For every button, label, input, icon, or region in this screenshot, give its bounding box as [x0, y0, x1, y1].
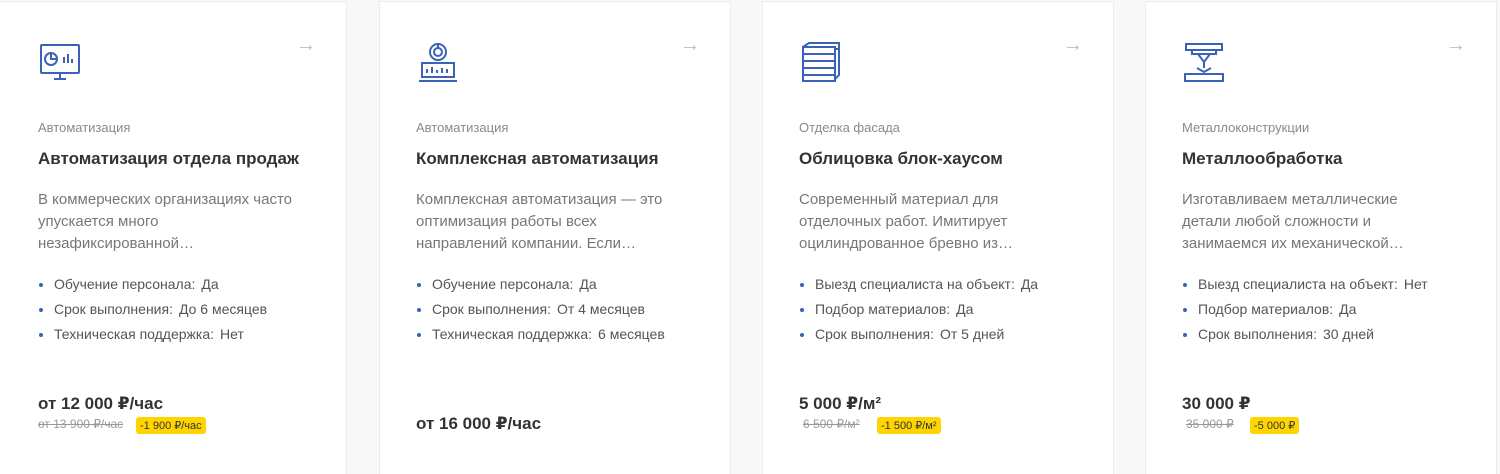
old-price: 6 500 ₽/м²: [803, 417, 860, 431]
props-item: Срок выполнения: До 6 месяцев: [38, 300, 323, 320]
props-item: Подбор материалов: Да: [1182, 300, 1432, 320]
card-title[interactable]: Автоматизация отдела продаж: [38, 149, 299, 169]
discount-badge: -5 000 ₽: [1250, 417, 1300, 434]
props-item: Выезд специалиста на объект: Нет: [1182, 275, 1432, 295]
card-description: Современный материал для отделочных рабо…: [799, 191, 1014, 252]
props-item: Выезд специалиста на объект: Да: [799, 275, 1084, 295]
old-price: 35 000 ₽: [1186, 417, 1234, 431]
price: 5 000 ₽/м²: [799, 394, 882, 413]
card-title[interactable]: Облицовка блок-хаусом: [799, 149, 1003, 169]
service-card-blockhouse-cladding[interactable]: → Отделка фасада Облицовка блок-хаусом С…: [762, 1, 1114, 474]
dashboard-chart-icon: [419, 43, 457, 82]
props-item: Обучение персонала: Да: [38, 275, 323, 295]
services-row: → Автоматизация Автоматизация отдела про…: [0, 0, 1500, 474]
props-item: Срок выполнения: От 4 месяцев: [416, 300, 701, 320]
props-item: Подбор материалов: Да: [799, 300, 1084, 320]
service-card-complex-automation[interactable]: → Автоматизация Комплексная автоматизаци…: [379, 1, 731, 474]
props-item: Техническая поддержка: Нет: [38, 325, 323, 345]
card-section[interactable]: Металлоконструкции: [1182, 120, 1309, 135]
price: от 16 000 ₽/час: [416, 414, 542, 433]
card-section[interactable]: Отделка фасада: [799, 120, 900, 135]
card-description: Комплексная автоматизация — это оптимиза…: [416, 191, 663, 252]
service-card-sales-automation[interactable]: → Автоматизация Автоматизация отдела про…: [0, 1, 347, 474]
card-title[interactable]: Металлообработка: [1182, 149, 1342, 169]
arrow-right-icon[interactable]: →: [1446, 34, 1466, 57]
props-item: Техническая поддержка: 6 месяцев: [416, 325, 701, 345]
price: от 12 000 ₽/час: [38, 394, 164, 413]
props-list: Выезд специалиста на объект: Да Подбор ма…: [799, 275, 1084, 350]
props-list: Выезд специалиста на объект: Нет Подбор м…: [1182, 275, 1432, 350]
card-description: В коммерческих организациях часто упуска…: [38, 191, 293, 252]
old-price: от 13 900 ₽/час: [38, 417, 124, 431]
analytics-monitor-icon: [40, 44, 80, 80]
discount-badge: -1 500 ₽/м²: [877, 417, 941, 434]
props-list: Обучение персонала: Да Срок выполнения: От…: [416, 275, 701, 350]
card-section[interactable]: Автоматизация: [38, 120, 130, 135]
facade-panels-icon: [802, 42, 840, 82]
props-item: Обучение персонала: Да: [416, 275, 701, 295]
card-description: Изготавливаем металлические детали любой…: [1182, 191, 1404, 252]
arrow-right-icon[interactable]: →: [680, 34, 700, 57]
card-section[interactable]: Автоматизация: [416, 120, 508, 135]
arrow-right-icon[interactable]: →: [1063, 34, 1083, 57]
laser-cutter-icon: [1184, 43, 1224, 82]
props-list: Обучение персонала: Да Срок выполнения: До…: [38, 275, 323, 350]
props-item: Срок выполнения: 30 дней: [1182, 325, 1432, 345]
arrow-right-icon[interactable]: →: [296, 34, 316, 57]
card-title[interactable]: Комплексная автоматизация: [416, 149, 659, 169]
discount-badge: -1 900 ₽/час: [136, 417, 206, 434]
props-item: Срок выполнения: От 5 дней: [799, 325, 1084, 345]
service-card-metalworking[interactable]: → Металлоконструкции Металлообработка Из…: [1145, 1, 1497, 474]
price: 30 000 ₽: [1182, 394, 1251, 413]
